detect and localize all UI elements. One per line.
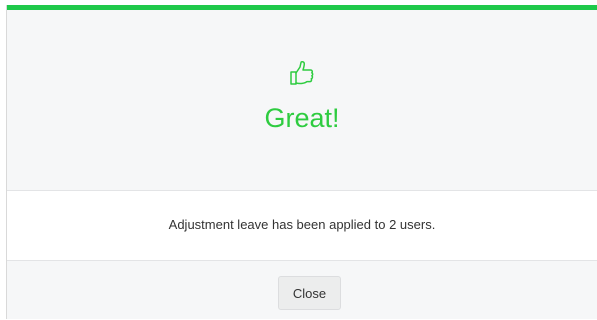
dialog-header: Great!: [7, 10, 597, 191]
thumbs-up-icon: [288, 60, 316, 86]
dialog-body: Adjustment leave has been applied to 2 u…: [7, 191, 597, 261]
dialog-title: Great!: [264, 103, 340, 133]
close-button[interactable]: Close: [278, 276, 341, 310]
success-dialog: Great! Adjustment leave has been applied…: [6, 5, 597, 319]
dialog-message: Adjustment leave has been applied to 2 u…: [168, 217, 436, 232]
dialog-footer: Close: [7, 261, 597, 319]
